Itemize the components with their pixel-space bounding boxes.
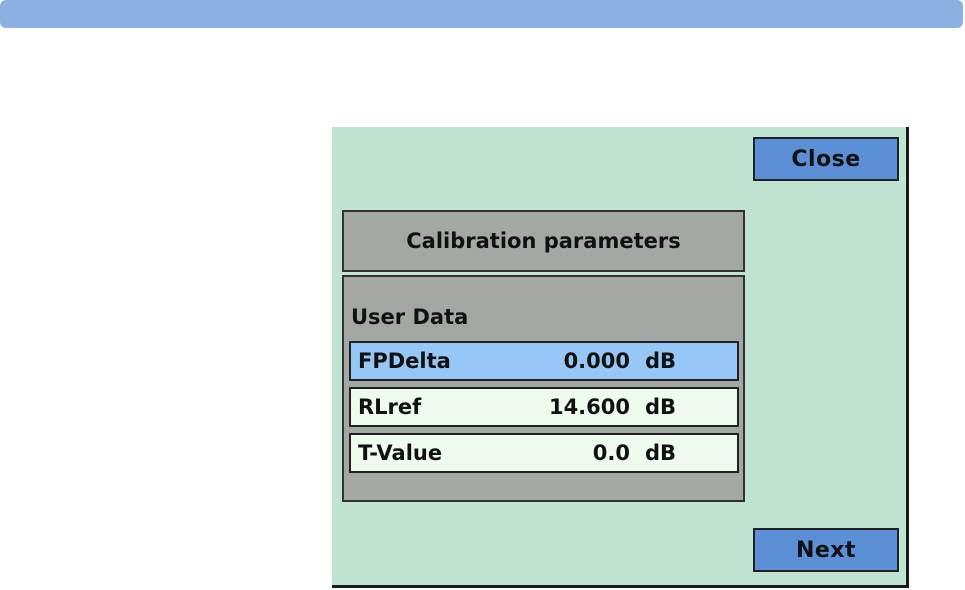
param-value: 0.0 — [592, 441, 630, 465]
device-screen: Close Calibration parameters User Data F… — [332, 127, 909, 588]
param-unit: dB — [645, 349, 677, 373]
param-value: 14.600 — [548, 395, 630, 419]
calibration-panel: User Data FPDelta 0.000 dB RLref 14.600 … — [342, 275, 745, 502]
panel-title: Calibration parameters — [342, 210, 745, 272]
param-row-t-value[interactable]: T-Value 0.0 dB — [349, 433, 739, 473]
param-name: FPDelta — [358, 349, 451, 373]
next-button[interactable]: Next — [753, 528, 899, 572]
section-label: User Data — [351, 305, 469, 329]
param-row-rlref[interactable]: RLref 14.600 dB — [349, 387, 739, 427]
close-button[interactable]: Close — [753, 137, 899, 181]
param-value: 0.000 — [563, 349, 630, 373]
top-bar — [0, 0, 963, 28]
param-unit: dB — [645, 441, 677, 465]
param-row-fpdelta[interactable]: FPDelta 0.000 dB — [349, 341, 739, 381]
param-name: T-Value — [358, 441, 443, 465]
param-unit: dB — [645, 395, 677, 419]
param-name: RLref — [358, 395, 422, 419]
